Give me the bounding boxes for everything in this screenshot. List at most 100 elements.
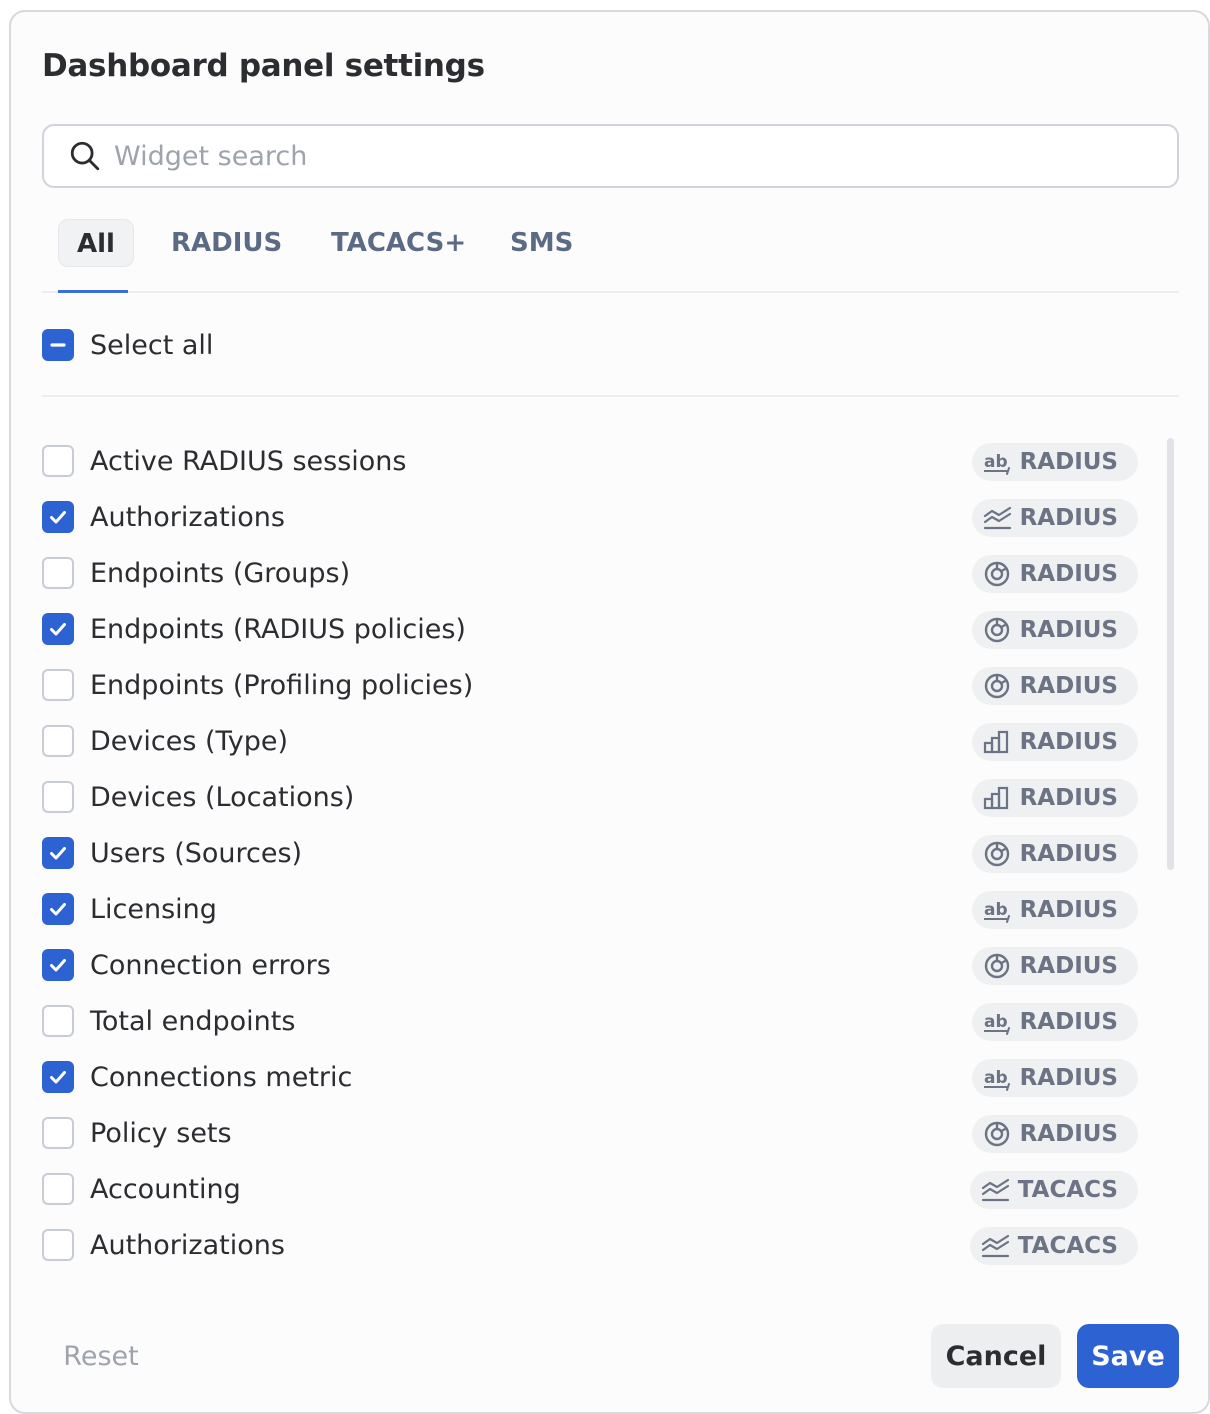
widget-source-badge: TACACS xyxy=(969,1227,1138,1265)
donut-chart-icon xyxy=(982,616,1020,644)
cancel-button[interactable]: Cancel xyxy=(931,1324,1061,1388)
checkmark-icon xyxy=(50,623,66,636)
widget-row[interactable]: Devices (Locations) RADIUS xyxy=(42,769,1142,825)
widget-source-badge: TACACS xyxy=(969,1171,1138,1209)
widget-source-tag: RADIUS xyxy=(1019,1065,1118,1091)
search-icon xyxy=(70,141,100,171)
widget-checkbox[interactable] xyxy=(42,501,74,533)
donut-chart-icon xyxy=(982,672,1020,700)
widget-row[interactable]: Endpoints (RADIUS policies) RADIUS xyxy=(42,601,1142,657)
widget-checkbox[interactable] xyxy=(42,1061,74,1093)
select-all-divider xyxy=(42,395,1179,397)
widget-source-tag: RADIUS xyxy=(1019,505,1118,531)
widget-checkbox[interactable] xyxy=(42,837,74,869)
text-metric-icon: ab xyxy=(982,896,1020,924)
widget-row[interactable]: Policy sets RADIUS xyxy=(42,1105,1142,1161)
widget-row[interactable]: Total endpoints ab RADIUS xyxy=(42,993,1142,1049)
widget-search-field[interactable] xyxy=(42,124,1179,188)
widget-row[interactable]: Connections metric ab RADIUS xyxy=(42,1049,1142,1105)
tab-sms[interactable]: SMS xyxy=(492,219,591,267)
widget-source-tag: RADIUS xyxy=(1019,1009,1118,1035)
line-chart-icon xyxy=(980,1176,1018,1204)
widget-label: Connections metric xyxy=(90,1061,353,1093)
widget-checkbox[interactable] xyxy=(42,445,74,477)
widget-source-badge: ab RADIUS xyxy=(971,891,1138,929)
checkmark-icon xyxy=(50,511,66,524)
widget-checkbox[interactable] xyxy=(42,669,74,701)
bar-chart-icon xyxy=(982,784,1020,812)
widget-checkbox[interactable] xyxy=(42,1117,74,1149)
widget-label: Endpoints (RADIUS policies) xyxy=(90,613,466,645)
widget-checkbox[interactable] xyxy=(42,781,74,813)
widget-label: Devices (Type) xyxy=(90,725,289,757)
widget-source-badge: ab RADIUS xyxy=(971,1003,1138,1041)
widget-source-tag: RADIUS xyxy=(1019,729,1118,755)
widget-source-tag: RADIUS xyxy=(1019,897,1118,923)
widget-source-tag: RADIUS xyxy=(1019,561,1118,587)
widget-source-badge: RADIUS xyxy=(971,835,1138,873)
widget-source-tag: RADIUS xyxy=(1019,841,1118,867)
widget-search-input[interactable] xyxy=(114,140,1177,172)
widget-row[interactable]: Authorizations RADIUS xyxy=(42,489,1142,545)
widget-checkbox[interactable] xyxy=(42,893,74,925)
text-metric-icon: ab xyxy=(982,1008,1020,1036)
widget-source-tag: RADIUS xyxy=(1019,785,1118,811)
widget-checkbox[interactable] xyxy=(42,1229,74,1261)
widget-source-badge: RADIUS xyxy=(971,555,1138,593)
widget-label: Total endpoints xyxy=(90,1005,296,1037)
dashboard-settings-dialog: Dashboard panel settings All RADIUS TACA… xyxy=(9,10,1210,1414)
widget-row[interactable]: Endpoints (Groups) RADIUS xyxy=(42,545,1142,601)
widget-list-scrollbar[interactable] xyxy=(1167,438,1174,870)
checkmark-icon xyxy=(50,1071,66,1084)
widget-label: Users (Sources) xyxy=(90,837,303,869)
widget-row[interactable]: Connection errors RADIUS xyxy=(42,937,1142,993)
widget-checkbox[interactable] xyxy=(42,1005,74,1037)
widget-row[interactable]: Endpoints (Profiling policies) RADIUS xyxy=(42,657,1142,713)
donut-chart-icon xyxy=(982,1120,1020,1148)
widget-source-badge: ab RADIUS xyxy=(971,443,1138,481)
widget-row[interactable]: Licensing ab RADIUS xyxy=(42,881,1142,937)
widget-label: Connection errors xyxy=(90,949,331,981)
reset-button[interactable]: Reset xyxy=(41,1324,161,1388)
select-all-label: Select all xyxy=(90,329,214,361)
widget-checkbox[interactable] xyxy=(42,613,74,645)
widget-source-badge: RADIUS xyxy=(971,1115,1138,1153)
widget-source-tag: TACACS xyxy=(1017,1177,1118,1203)
donut-chart-icon xyxy=(982,840,1020,868)
widget-list[interactable]: Active RADIUS sessions ab RADIUS Authorizat… xyxy=(42,433,1152,1293)
widget-checkbox[interactable] xyxy=(42,1173,74,1205)
bar-chart-icon xyxy=(982,728,1020,756)
svg-text:ab: ab xyxy=(984,1012,1008,1032)
widget-source-badge: RADIUS xyxy=(971,667,1138,705)
tabs-divider xyxy=(42,291,1179,293)
widget-checkbox[interactable] xyxy=(42,949,74,981)
widget-source-badge: RADIUS xyxy=(971,947,1138,985)
tab-all[interactable]: All xyxy=(58,219,134,267)
widget-row[interactable]: Devices (Type) RADIUS xyxy=(42,713,1142,769)
widget-row[interactable]: Active RADIUS sessions ab RADIUS xyxy=(42,433,1142,489)
widget-row[interactable]: Users (Sources) RADIUS xyxy=(42,825,1142,881)
widget-checkbox[interactable] xyxy=(42,557,74,589)
select-all-checkbox[interactable] xyxy=(42,329,74,361)
svg-text:ab: ab xyxy=(984,900,1008,920)
line-chart-icon xyxy=(980,1232,1018,1260)
widget-checkbox[interactable] xyxy=(42,725,74,757)
widget-source-tag: RADIUS xyxy=(1019,953,1118,979)
widget-label: Endpoints (Profiling policies) xyxy=(90,669,474,701)
widget-source-badge: RADIUS xyxy=(971,779,1138,817)
indeterminate-icon xyxy=(50,343,66,347)
donut-chart-icon xyxy=(982,952,1020,980)
widget-label: Authorizations xyxy=(90,1229,285,1261)
widget-source-badge: RADIUS xyxy=(971,723,1138,761)
widget-source-tag: TACACS xyxy=(1017,1233,1118,1259)
widget-label: Devices (Locations) xyxy=(90,781,355,813)
select-all-row[interactable]: Select all xyxy=(42,328,213,362)
widget-label: Accounting xyxy=(90,1173,241,1205)
widget-source-tag: RADIUS xyxy=(1019,1121,1118,1147)
dialog-title: Dashboard panel settings xyxy=(42,48,485,84)
widget-row[interactable]: Authorizations TACACS xyxy=(42,1217,1142,1273)
tab-radius[interactable]: RADIUS xyxy=(153,219,300,267)
widget-row[interactable]: Accounting TACACS xyxy=(42,1161,1142,1217)
save-button[interactable]: Save xyxy=(1077,1324,1179,1388)
tab-tacacs[interactable]: TACACS+ xyxy=(313,219,484,267)
